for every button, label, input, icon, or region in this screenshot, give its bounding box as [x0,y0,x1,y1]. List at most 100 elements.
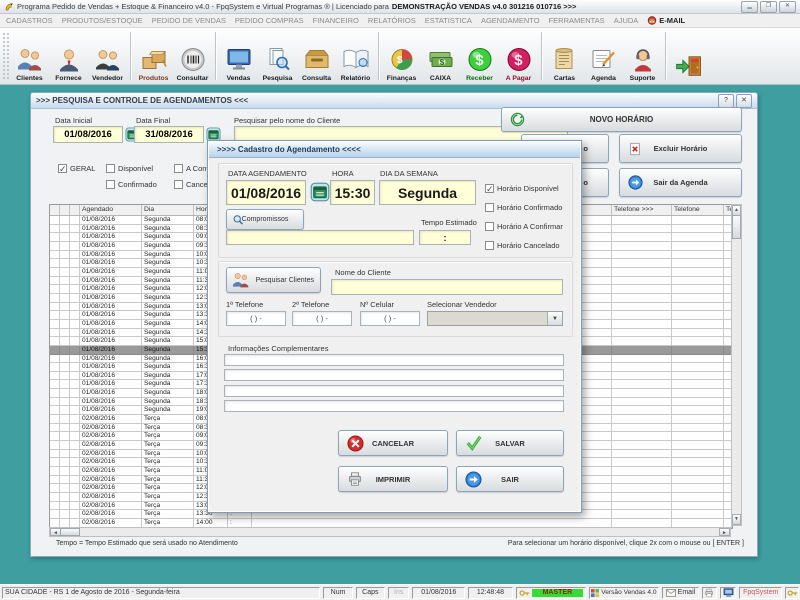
vendedor-dropdown[interactable]: ▼ [427,311,563,326]
menu-item-cadastros[interactable]: CADASTROS [6,16,53,25]
table-cell [70,484,80,493]
chevron-down-icon[interactable]: ▼ [547,312,562,325]
column-header[interactable]: Telefone >>> [612,205,672,215]
pesquisar-clientes-label: Pesquisar Clientes [256,277,314,284]
toolbar-button-finan-as[interactable]: $Finanças [382,28,421,84]
menu-item-agendamento[interactable]: AGENDAMENTO [481,16,540,25]
dialog-checkbox-hor-rio-dispon-vel[interactable]: ✓Horário Disponível [485,184,559,193]
table-cell [50,259,60,268]
dialog-calendar-icon[interactable] [310,182,330,207]
horizontal-scrollbar[interactable]: ◄ ► [49,527,731,537]
dialog-checkbox-hor-rio-cancelado[interactable]: Horário Cancelado [485,241,560,250]
celular-input[interactable]: ( ) - [360,311,420,326]
info-input-2[interactable] [224,369,564,381]
exit-icon [674,51,704,81]
filter-checkbox-dispon-vel[interactable]: Disponível [106,164,153,173]
toolbar-button-vendedor[interactable]: Vendedor [88,28,127,84]
column-header[interactable]: Agendado [80,205,142,215]
column-header[interactable]: Telefone [672,205,724,215]
imprimir-label: IMPRIMIR [376,475,411,484]
menu-item-ajuda[interactable]: AJUDA [614,16,639,25]
toolbar-button-relat-rio[interactable]: Relatório [336,28,375,84]
toolbar-button-fornece[interactable]: Fornece [49,28,88,84]
toolbar-button-cartas[interactable]: Cartas [545,28,584,84]
restore-button[interactable]: ❐ [760,1,777,13]
tel1-input[interactable]: ( ) - [226,311,286,326]
monitor-small-icon [723,588,734,597]
novo-horario-button[interactable]: NOVO HORÁRIO [501,107,742,132]
status-printer[interactable] [702,587,717,599]
scroll-right-icon[interactable]: ► [719,528,730,536]
toolbar-button-consulta[interactable]: Consulta [297,28,336,84]
scroll-down-icon[interactable]: ▼ [732,514,741,525]
table-cell [70,450,80,459]
cancelar-button[interactable]: CANCELAR [338,430,448,456]
tempo-estimado-input[interactable]: : [419,230,471,245]
minimize-button[interactable]: ▁ [741,1,758,13]
info-input-4[interactable] [224,400,564,412]
data-inicial-input[interactable]: 01/08/2016 [53,126,123,143]
tel2-input[interactable]: ( ) - [292,311,352,326]
status-monitor[interactable] [720,587,737,599]
table-cell [60,424,70,433]
toolbar-button-produtos[interactable]: Produtos [134,28,173,84]
toolbar-button-caixa[interactable]: $CAIXA [421,28,460,84]
table-cell [50,406,60,415]
toolbar-button-suporte[interactable]: Suporte [623,28,662,84]
menu-item-produtos-estoque[interactable]: PRODUTOS/ESTOQUE [62,16,143,25]
toolbar-button-vendas[interactable]: Vendas [219,28,258,84]
info-input-3[interactable] [224,385,564,397]
horizontal-scroll-thumb[interactable] [60,528,80,536]
toolbar-button-consultar[interactable]: Consultar [173,28,212,84]
data-final-input[interactable]: 31/08/2016 [134,126,204,143]
compromissos-button[interactable]: Compromissos [226,209,304,230]
table-cell [612,363,672,372]
toolbar-button-pesquisa[interactable]: Pesquisa [258,28,297,84]
vertical-scrollbar[interactable]: ▲ ▼ [731,204,742,526]
sair-label: SAIR [501,475,519,484]
column-header[interactable] [70,205,80,215]
menu-item-ferramentas[interactable]: FERRAMENTAS [549,16,605,25]
info-input-1[interactable] [224,354,564,366]
sair-agenda-button[interactable]: Sair da Agenda [619,168,742,197]
close-button[interactable]: ✕ [779,1,796,13]
help-icon[interactable]: ? [718,94,734,108]
dia-semana-input[interactable]: Segunda [379,180,476,205]
toolbar-button-exit[interactable] [669,28,708,84]
sair-button[interactable]: SAIR [456,466,564,492]
close-icon[interactable]: ✕ [736,94,752,108]
filter-checkbox-geral[interactable]: ✓GERAL [58,164,95,173]
salvar-button[interactable]: SALVAR [456,430,564,456]
nome-cliente-input[interactable] [331,279,563,295]
toolbar-button-a-pagar[interactable]: $A Pagar [499,28,538,84]
menu-item-financeiro[interactable]: FINANCEIRO [313,16,359,25]
menu-item-e-mail[interactable]: E-MAIL [647,16,685,25]
status-email[interactable]: Email [662,587,699,599]
toolbar-button-receber[interactable]: $Receber [460,28,499,84]
svg-text:$: $ [514,52,523,69]
pesquisar-clientes-button[interactable]: Pesquisar Clientes [226,267,321,293]
data-agendamento-input[interactable]: 01/08/2016 [226,180,306,205]
column-header[interactable]: Dia [142,205,194,215]
menu-item-relat-rios[interactable]: RELATÓRIOS [368,16,416,25]
toolbar-button-clientes[interactable]: Clientes [10,28,49,84]
table-cell [60,277,70,286]
column-header[interactable] [50,205,60,215]
excluir-horario-button[interactable]: Excluir Horário [619,134,742,163]
column-header[interactable] [60,205,70,215]
table-cell [60,285,70,294]
dialog-titlebar[interactable]: >>>> Cadastro do Agendamento <<<< [209,142,580,158]
filter-checkbox-confirmado[interactable]: Confirmado [106,180,157,189]
hora-input[interactable]: 15:30 [330,180,375,205]
dialog-checkbox-hor-rio-confirmado[interactable]: Horário Confirmado [485,203,562,212]
menu-item-estatistica[interactable]: ESTATISTICA [425,16,472,25]
toolbar-button-agenda[interactable]: Agenda [584,28,623,84]
dialog-checkbox-hor-rio-a-confirmar[interactable]: Horário A Confirmar [485,222,563,231]
menu-item-pedido-compras[interactable]: PEDIDO COMPRAS [235,16,304,25]
vertical-scroll-thumb[interactable] [732,215,741,239]
imprimir-button[interactable]: IMPRIMIR [338,466,448,492]
compromisso-input[interactable] [226,230,414,245]
table-cell [60,346,70,355]
menu-item-pedido-de-vendas[interactable]: PEDIDO DE VENDAS [152,16,226,25]
table-cell [70,432,80,441]
